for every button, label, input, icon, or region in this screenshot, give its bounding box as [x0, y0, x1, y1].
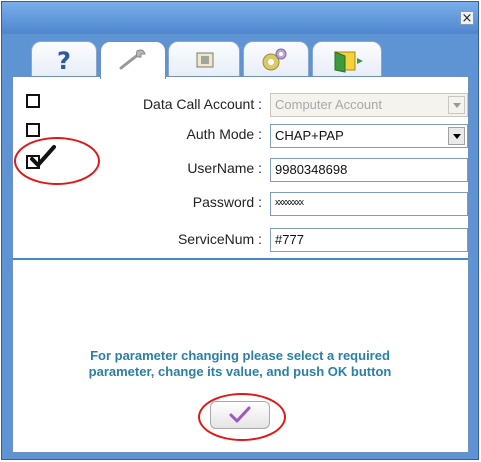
gears-icon	[262, 48, 287, 71]
password-value: xxxxxxxx	[275, 197, 304, 207]
title-bar: ×	[2, 2, 478, 34]
auth-mode-checkbox[interactable]	[26, 123, 40, 137]
username-value: 9980348698	[275, 162, 348, 177]
auth-mode-label: Auth Mode :	[186, 126, 263, 142]
wrench-icon	[119, 49, 146, 70]
password-input[interactable]: xxxxxxxx	[270, 192, 468, 216]
question-icon: ?	[57, 47, 71, 75]
door-icon	[334, 51, 363, 73]
card-icon	[196, 52, 214, 68]
password-label: Password :	[192, 194, 262, 210]
svg-text:?: ?	[57, 47, 71, 75]
service-num-value: #777	[275, 232, 304, 247]
close-icon: ×	[461, 11, 473, 26]
tab-sim[interactable]	[168, 41, 240, 77]
hint-text: For parameter changing please select a r…	[20, 348, 460, 380]
service-num-label: ServiceNum :	[177, 231, 262, 247]
tab-advanced[interactable]	[243, 41, 309, 77]
username-input[interactable]: 9980348698	[270, 158, 468, 182]
username-label: UserName :	[187, 160, 262, 176]
chevron-down-icon[interactable]	[448, 96, 465, 114]
auth-mode-select[interactable]: CHAP+PAP	[270, 124, 468, 148]
hint-line-2: parameter, change its value, and push OK…	[88, 364, 392, 379]
close-button[interactable]: ×	[460, 11, 474, 25]
tab-settings[interactable]	[100, 41, 166, 79]
tab-help[interactable]: ?	[31, 41, 97, 77]
chevron-down-icon[interactable]	[448, 127, 465, 145]
annotation-oval-checkbox	[14, 137, 100, 185]
auth-mode-value: CHAP+PAP	[275, 128, 344, 143]
data-call-account-value: Computer Account	[275, 97, 382, 112]
service-num-input[interactable]: #777	[270, 228, 468, 252]
data-call-account-checkbox[interactable]	[26, 94, 40, 108]
tab-exit[interactable]	[312, 41, 382, 77]
divider	[13, 258, 468, 260]
hint-line-1: For parameter changing please select a r…	[90, 348, 390, 363]
data-call-account-label: Data Call Account :	[142, 96, 262, 112]
annotation-oval-ok	[198, 393, 286, 441]
data-call-account-select[interactable]: Computer Account	[270, 93, 468, 117]
